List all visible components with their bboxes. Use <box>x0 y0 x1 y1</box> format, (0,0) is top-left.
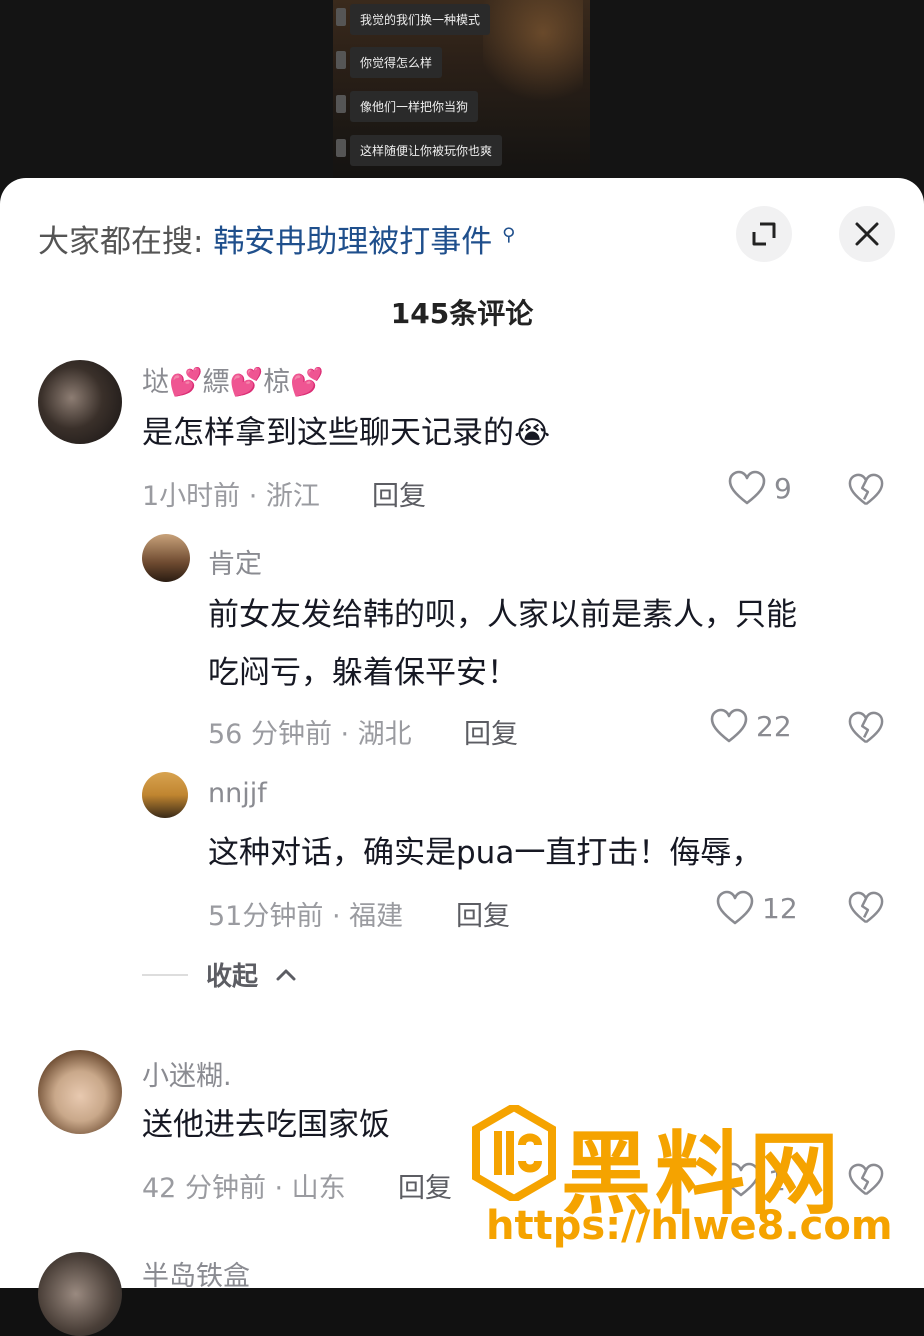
comment-meta: 56 分钟前 · 湖北 <box>208 719 412 750</box>
heart-icon <box>716 890 754 925</box>
comment-text: 吃闷亏，躲着保平安！ <box>208 655 518 691</box>
avatar[interactable] <box>142 772 188 818</box>
comment-username[interactable]: 垯💕縹💕椋💕 <box>142 360 324 399</box>
like-count: 12 <box>762 891 798 925</box>
comment-text: 这种对话，确实是pua一直打击！侮辱， <box>208 835 763 871</box>
reply-button[interactable]: 回复 <box>398 1166 452 1205</box>
collapse-label: 收起 <box>206 962 259 992</box>
comment-meta: 1小时前 · 浙江 <box>142 481 320 512</box>
like-count: 22 <box>756 709 792 743</box>
avatar[interactable] <box>38 360 122 444</box>
close-icon <box>855 222 879 246</box>
watermark-logo <box>472 1105 556 1201</box>
broken-heart-icon[interactable] <box>848 472 884 508</box>
reply-button[interactable]: 回复 <box>464 712 518 751</box>
chat-line: 像他们一样把你当狗 <box>335 91 479 122</box>
chat-line: 这样随便让你被玩你也爽 <box>335 135 503 166</box>
like-button[interactable]: 9 <box>728 470 792 506</box>
chat-line: 我觉的我们换一种模式 <box>335 4 491 35</box>
close-button[interactable] <box>839 206 895 262</box>
chat-line: 你觉得怎么样 <box>335 47 443 78</box>
comment-meta: 51分钟前 · 福建 <box>208 901 404 932</box>
comment-username[interactable]: nnjjf <box>208 778 267 809</box>
avatar[interactable] <box>38 1050 122 1134</box>
video-area[interactable]: 我觉的我们换一种模式 你觉得怎么样 像他们一样把你当狗 这样随便让你被玩你也爽 <box>0 0 924 200</box>
comment-username[interactable]: 肯定 <box>208 542 262 581</box>
trending-search-prefix: 大家都在搜: <box>38 224 204 260</box>
heart-icon <box>728 470 766 505</box>
watermark-url: https://hlwe8.com <box>486 1203 893 1249</box>
like-button[interactable]: 22 <box>710 708 792 744</box>
heart-icon <box>710 708 748 743</box>
expand-icon <box>752 222 776 246</box>
avatar[interactable] <box>38 1252 122 1336</box>
watermark: 黑料网 https://hlwe8.com <box>466 1105 916 1280</box>
expand-button[interactable] <box>736 206 792 262</box>
chevron-up-icon <box>276 969 296 980</box>
like-button[interactable]: 12 <box>716 890 798 926</box>
broken-heart-icon[interactable] <box>848 710 884 746</box>
broken-heart-icon[interactable] <box>848 890 884 926</box>
comment-meta: 42 分钟前 · 山东 <box>142 1173 346 1204</box>
trending-search[interactable]: 大家都在搜: 韩安冉助理被打事件 ⚲ <box>38 216 515 261</box>
comment-text: 前女友发给韩的呗，人家以前是素人，只能 <box>208 597 797 633</box>
reply-button[interactable]: 回复 <box>456 894 510 933</box>
reply-button[interactable]: 回复 <box>372 474 426 513</box>
comment-count-title: 145条评论 <box>390 297 534 330</box>
trending-search-term[interactable]: 韩安冉助理被打事件 <box>213 224 492 260</box>
search-icon: ⚲ <box>502 224 516 246</box>
collapse-replies-button[interactable]: 收起 <box>142 956 296 993</box>
like-count: 9 <box>774 471 792 505</box>
avatar[interactable] <box>142 534 190 582</box>
comment-username[interactable]: 半岛铁盒 <box>142 1254 250 1293</box>
comment-text: 送他进去吃国家饭 <box>142 1107 390 1143</box>
comment-username[interactable]: 小迷糊. <box>142 1054 232 1093</box>
comment-text: 是怎样拿到这些聊天记录的😭 <box>142 415 551 451</box>
divider <box>142 973 188 976</box>
